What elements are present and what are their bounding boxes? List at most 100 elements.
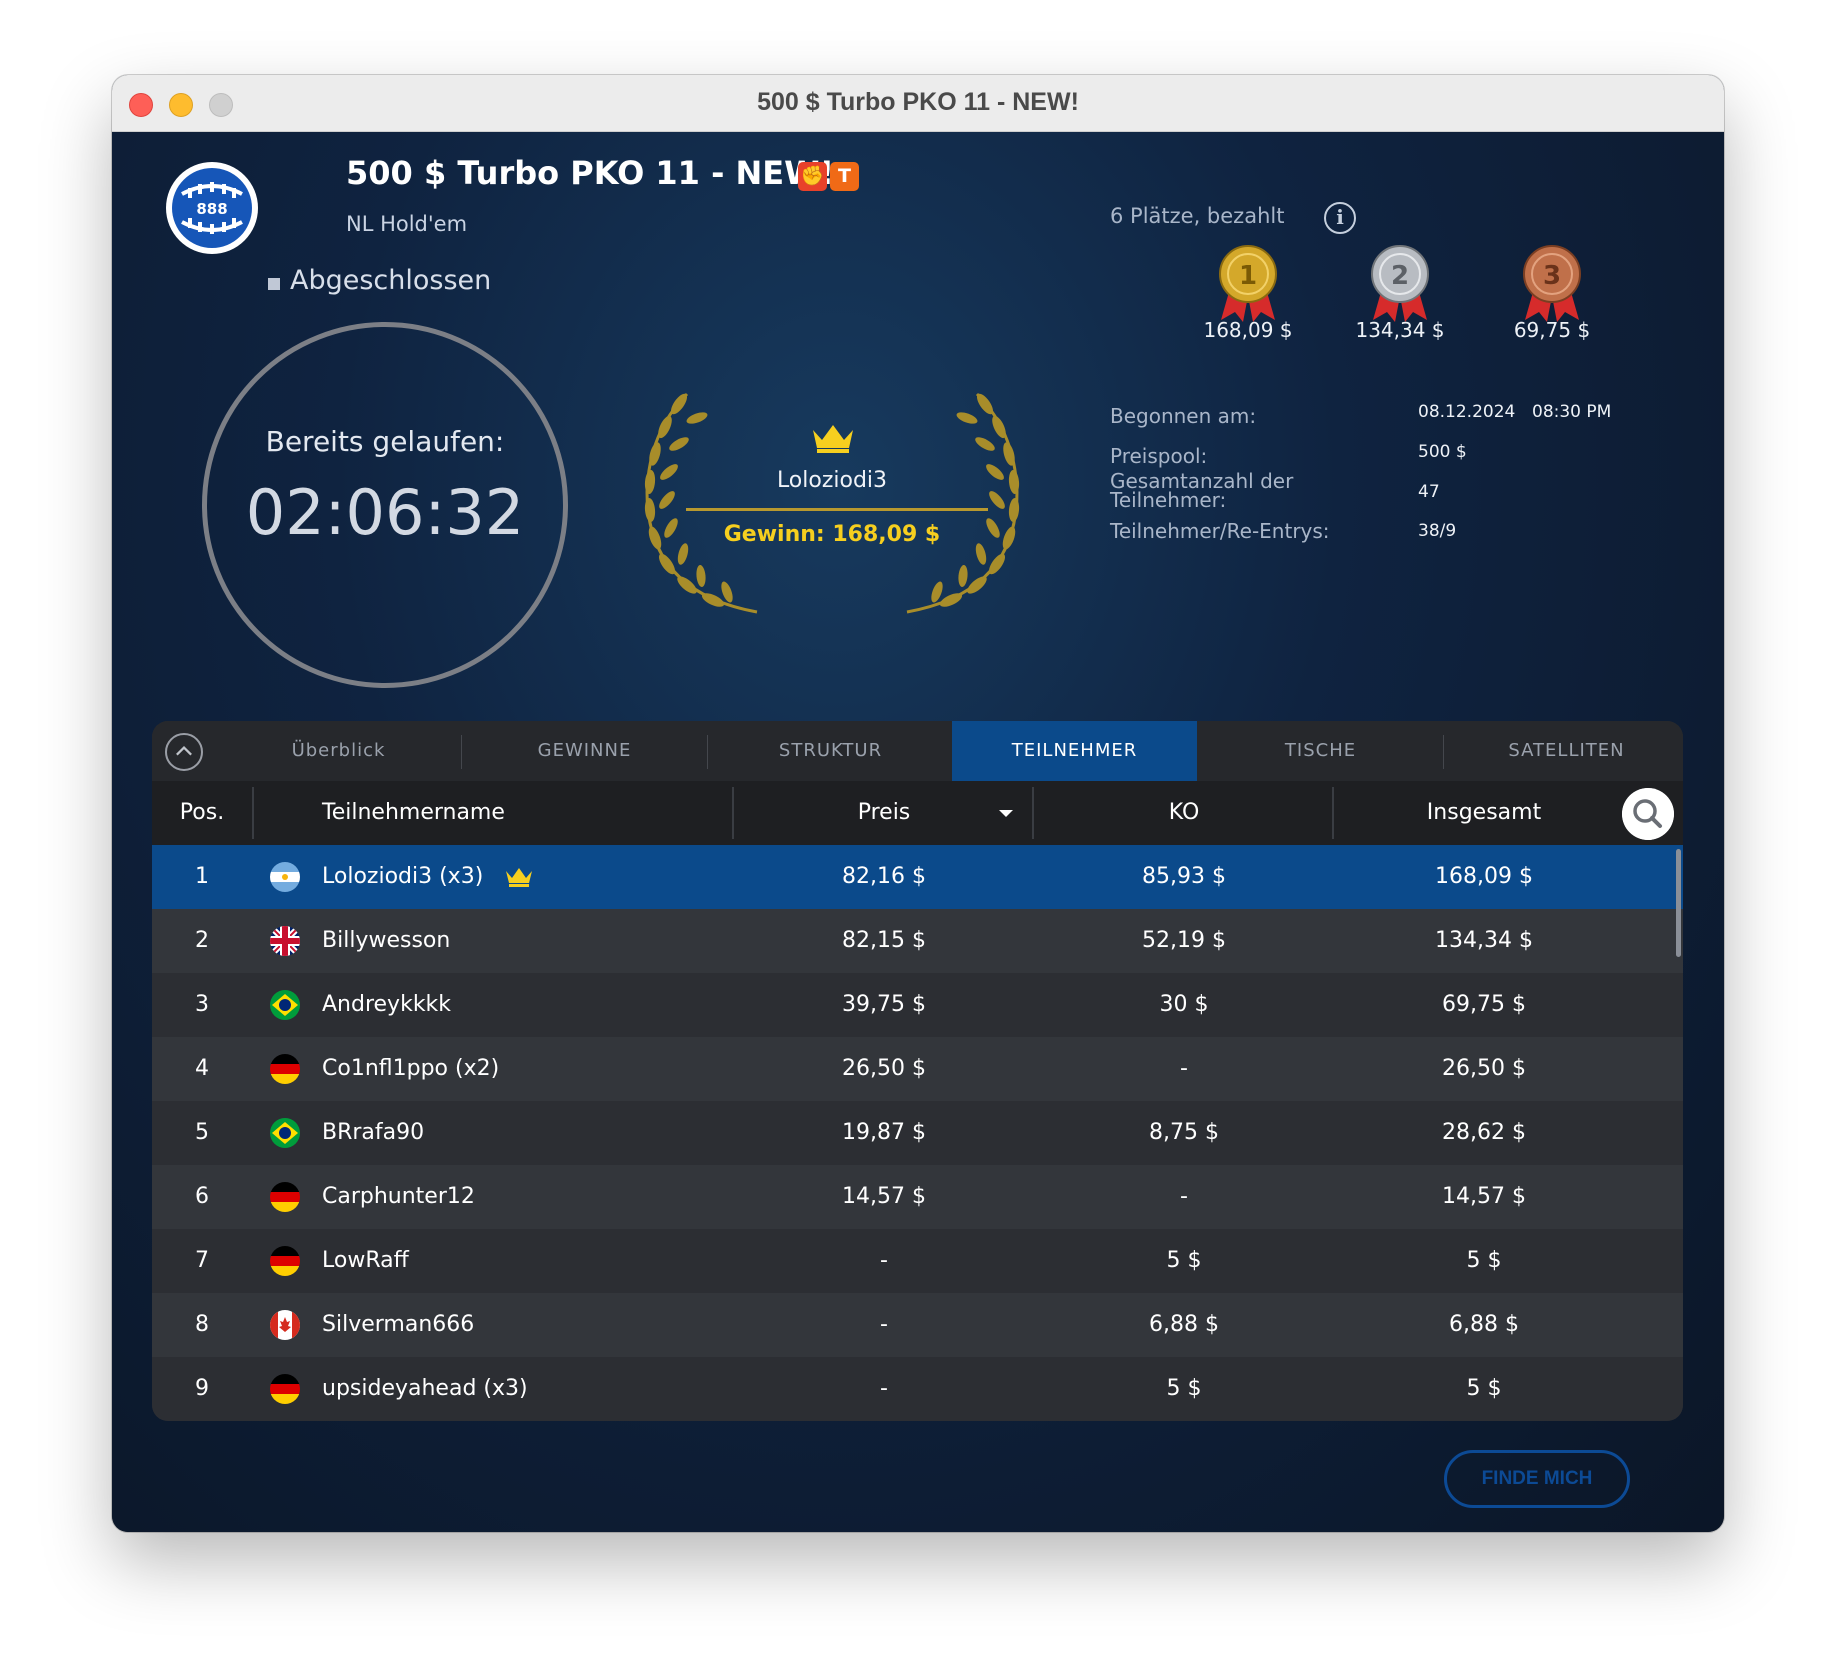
turbo-badge-icon: T xyxy=(830,162,859,191)
winner-divider xyxy=(686,508,988,511)
row-total: 5 $ xyxy=(1466,1376,1502,1401)
reentries-value: 38/9 xyxy=(1418,521,1457,541)
table-row[interactable]: 9 upsideyahead (x3) - 5 $ 5 $ xyxy=(152,1357,1683,1421)
row-ko: - xyxy=(1180,1056,1188,1081)
table-row[interactable]: 2 Billywesson 82,15 $ 52,19 $ 134,34 $ xyxy=(152,909,1683,973)
column-header-pos[interactable]: Pos. xyxy=(152,781,252,845)
tab-struktur[interactable]: STRUKTUR xyxy=(708,721,953,781)
row-preis: 39,75 $ xyxy=(842,992,926,1017)
tab-ueberblick[interactable]: Überblick xyxy=(216,721,461,781)
table-header: Pos. Teilnehmername Preis KO Insgesamt xyxy=(152,781,1683,845)
reentries-label: Teilnehmer/Re-Entrys: xyxy=(1110,519,1330,543)
second-place-amount: 134,34 $ xyxy=(1355,318,1445,342)
row-position: 2 xyxy=(195,928,209,953)
tournament-details-panel: Überblick GEWINNE STRUKTUR TEILNEHMER TI… xyxy=(152,721,1683,1421)
germany-flag-icon xyxy=(270,1182,300,1212)
uk-flag-icon xyxy=(270,926,300,956)
gold-medal-icon: 1 xyxy=(1219,245,1277,322)
row-preis: 82,16 $ xyxy=(842,864,926,889)
table-row[interactable]: 8 Silverman666 - 6,88 $ 6,88 $ xyxy=(152,1293,1683,1357)
column-header-name[interactable]: Teilnehmername xyxy=(322,781,505,845)
row-preis: - xyxy=(880,1376,888,1401)
column-header-preis[interactable]: Preis xyxy=(734,781,1034,845)
column-header-ko[interactable]: KO xyxy=(1034,781,1334,845)
find-me-button[interactable]: FINDE MICH xyxy=(1444,1450,1630,1508)
tab-satelliten[interactable]: SATELLITEN xyxy=(1444,721,1683,781)
table-row[interactable]: 5 BRrafa90 19,87 $ 8,75 $ 28,62 $ xyxy=(152,1101,1683,1165)
row-total: 5 $ xyxy=(1466,1248,1502,1273)
row-preis: 26,50 $ xyxy=(842,1056,926,1081)
collapse-chevron-up-icon[interactable] xyxy=(165,733,203,771)
laurel-wreath-icon xyxy=(644,390,1021,614)
paid-places-label: 6 Plätze, bezahlt xyxy=(1110,204,1285,228)
brazil-flag-icon xyxy=(270,1118,300,1148)
canada-flag-icon xyxy=(270,1310,300,1340)
table-row[interactable]: 3 Andreykkkk 39,75 $ 30 $ 69,75 $ xyxy=(152,973,1683,1037)
status-square-icon xyxy=(268,278,280,290)
row-ko: 6,88 $ xyxy=(1149,1312,1219,1337)
winner-amount: Gewinn: 168,09 $ xyxy=(723,522,941,547)
knockout-badge-icon: ✊ xyxy=(798,162,827,191)
row-position: 3 xyxy=(195,992,209,1017)
row-position: 7 xyxy=(195,1248,209,1273)
row-position: 1 xyxy=(195,864,209,889)
svg-text:3: 3 xyxy=(1543,261,1561,291)
tournament-window: 500 $ Turbo PKO 11 - NEW! 888 500 $ Turb… xyxy=(112,75,1724,1532)
started-date: 08.12.2024 xyxy=(1418,402,1516,422)
table-row[interactable]: 4 Co1nfl1ppo (x2) 26,50 $ - 26,50 $ xyxy=(152,1037,1683,1101)
tournament-lobby: 888 500 $ Turbo PKO 11 - NEW! ✊ T NL Hol… xyxy=(112,132,1724,1532)
silver-medal-icon: 2 xyxy=(1371,245,1429,322)
started-label: Begonnen am: xyxy=(1110,404,1257,428)
888-poker-logo: 888 xyxy=(166,162,258,254)
table-row[interactable]: 6 Carphunter12 14,57 $ - 14,57 $ xyxy=(152,1165,1683,1229)
row-total: 69,75 $ xyxy=(1442,992,1526,1017)
row-preis: 14,57 $ xyxy=(842,1184,926,1209)
tab-gewinne[interactable]: GEWINNE xyxy=(462,721,707,781)
argentina-flag-icon xyxy=(270,862,300,892)
row-position: 8 xyxy=(195,1312,209,1337)
started-time: 08:30 PM xyxy=(1532,402,1612,422)
row-position: 4 xyxy=(195,1056,209,1081)
germany-flag-icon xyxy=(270,1246,300,1276)
first-place-amount: 168,09 $ xyxy=(1203,318,1293,342)
tab-bar: Überblick GEWINNE STRUKTUR TEILNEHMER TI… xyxy=(152,721,1683,781)
row-ko: - xyxy=(1180,1184,1188,1209)
germany-flag-icon xyxy=(270,1374,300,1404)
info-icon[interactable]: i xyxy=(1324,202,1356,234)
participants-table: 1 Loloziodi3 (x3) 82,16 $ 85,93 $ 168,09… xyxy=(152,845,1683,1421)
timer-label: Bereits gelaufen: xyxy=(265,425,505,458)
row-ko: 85,93 $ xyxy=(1142,864,1226,889)
title-bar: 500 $ Turbo PKO 11 - NEW! xyxy=(112,75,1724,132)
timer-value: 02:06:32 xyxy=(245,476,525,549)
row-ko: 52,19 $ xyxy=(1142,928,1226,953)
tab-teilnehmer[interactable]: TEILNEHMER xyxy=(952,721,1197,781)
search-icon[interactable] xyxy=(1622,788,1674,840)
row-preis: - xyxy=(880,1312,888,1337)
row-total: 134,34 $ xyxy=(1435,928,1533,953)
window-title: 500 $ Turbo PKO 11 - NEW! xyxy=(757,88,1079,116)
row-ko: 5 $ xyxy=(1166,1376,1202,1401)
row-preis: 19,87 $ xyxy=(842,1120,926,1145)
prizepool-value: 500 $ xyxy=(1418,442,1467,462)
row-preis: 82,15 $ xyxy=(842,928,926,953)
column-divider xyxy=(252,787,254,839)
row-total: 6,88 $ xyxy=(1449,1312,1519,1337)
crown-icon xyxy=(506,868,532,887)
row-total: 26,50 $ xyxy=(1442,1056,1526,1081)
row-ko: 8,75 $ xyxy=(1149,1120,1219,1145)
row-preis: - xyxy=(880,1248,888,1273)
row-total: 28,62 $ xyxy=(1442,1120,1526,1145)
table-scrollbar[interactable] xyxy=(1676,849,1681,957)
winner-name: Loloziodi3 xyxy=(776,468,888,493)
row-position: 6 xyxy=(195,1184,209,1209)
tournament-title: 500 $ Turbo PKO 11 - NEW! xyxy=(346,154,835,192)
sort-caret-down-icon[interactable] xyxy=(999,810,1013,817)
svg-text:888: 888 xyxy=(196,200,227,218)
table-row[interactable]: 7 LowRaff - 5 $ 5 $ xyxy=(152,1229,1683,1293)
table-row[interactable]: 1 Loloziodi3 (x3) 82,16 $ 85,93 $ 168,09… xyxy=(152,845,1683,909)
column-header-total[interactable]: Insgesamt xyxy=(1334,781,1634,845)
row-total: 14,57 $ xyxy=(1442,1184,1526,1209)
brazil-flag-icon xyxy=(270,990,300,1020)
tab-tische[interactable]: TISCHE xyxy=(1198,721,1443,781)
row-total: 168,09 $ xyxy=(1435,864,1533,889)
